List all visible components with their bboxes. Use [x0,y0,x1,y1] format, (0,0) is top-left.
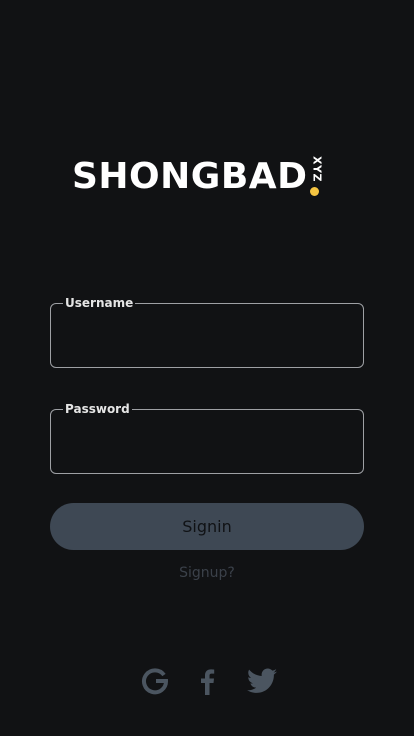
username-input[interactable] [65,322,349,350]
logo-tld-text: XYZ [310,156,324,182]
password-input[interactable] [65,428,349,456]
password-field[interactable]: Password [50,402,364,474]
facebook-icon[interactable] [195,664,219,698]
password-label: Password [63,402,132,416]
social-login-row [0,664,414,698]
logo-dot [309,187,319,196]
username-field[interactable]: Username [50,296,364,368]
login-screen: SHONGBAD XYZ Username Password Signin Si… [0,0,414,736]
google-icon[interactable] [140,664,170,698]
logo-tld: XYZ [309,152,325,202]
twitter-icon[interactable] [246,664,278,698]
signup-link[interactable]: Signup? [0,565,414,581]
username-label: Username [63,296,136,310]
logo-wordmark: SHONGBAD [72,156,308,197]
app-logo: SHONGBAD XYZ [72,152,325,202]
signin-button[interactable]: Signin [50,503,364,550]
